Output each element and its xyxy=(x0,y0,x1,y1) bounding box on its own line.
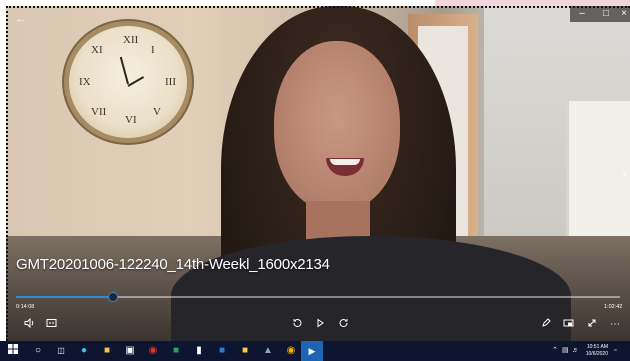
search-icon: ○ xyxy=(34,345,42,356)
taskbar-edge[interactable]: ● xyxy=(77,344,91,358)
fullscreen-button[interactable] xyxy=(584,318,600,332)
taskbar-notepad[interactable]: ▮ xyxy=(192,344,206,358)
video-frame: XII III VI IX I XI V VII xyxy=(6,6,630,341)
seek-bar[interactable] xyxy=(16,292,620,302)
taskbar-file-explorer[interactable]: ■ xyxy=(100,344,114,358)
volume-icon xyxy=(24,317,33,329)
edit-button[interactable] xyxy=(538,318,554,332)
network-icon[interactable]: ▤ xyxy=(562,346,569,356)
task-view-button[interactable]: ◫ xyxy=(54,344,68,358)
notification-icon[interactable]: ▫ xyxy=(614,346,616,356)
fullscreen-icon xyxy=(588,319,596,327)
taskbar-clock[interactable]: 10:51 AM 10/6/2020 xyxy=(578,344,608,358)
skip-back-button[interactable] xyxy=(288,318,306,332)
search-button[interactable]: ○ xyxy=(31,344,45,358)
notepad-icon: ▮ xyxy=(196,345,202,356)
maximize-button[interactable]: □ xyxy=(594,6,618,22)
wall-clock: XII III VI IX I XI V VII xyxy=(69,26,187,138)
clock-date: 10/6/2020 xyxy=(585,351,608,357)
selection-border-top xyxy=(6,6,630,8)
selection-border-left xyxy=(6,6,8,341)
taskbar-opera[interactable]: ◉ xyxy=(146,344,160,358)
skip-forward-30-icon xyxy=(339,319,348,328)
folder-icon: ■ xyxy=(103,345,111,356)
taskbar-sticky-notes[interactable]: ■ xyxy=(238,344,252,358)
start-button[interactable] xyxy=(6,344,20,358)
task-view-icon: ◫ xyxy=(57,346,65,355)
store-icon: ▣ xyxy=(125,345,135,356)
word-icon: ■ xyxy=(218,345,226,356)
seek-bar-thumb[interactable] xyxy=(107,292,118,302)
person-face xyxy=(274,41,400,211)
mini-view-button[interactable] xyxy=(560,318,576,332)
total-time: 1:02:42 xyxy=(604,304,623,310)
app-icon: ▲ xyxy=(263,345,273,356)
opera-icon: ◉ xyxy=(148,345,158,356)
excel-icon: ■ xyxy=(172,345,180,356)
pen-icon xyxy=(542,318,551,327)
movies-tv-icon: ▶ xyxy=(308,346,316,356)
taskbar-app[interactable]: ▲ xyxy=(261,344,275,358)
taskbar-word[interactable]: ■ xyxy=(215,344,229,358)
mini-view-icon xyxy=(563,319,573,327)
minimize-button[interactable]: – xyxy=(570,6,594,22)
maximize-icon: □ xyxy=(602,8,610,19)
seek-bar-fill xyxy=(16,296,113,298)
skip-forward-button[interactable] xyxy=(334,318,352,332)
video-title: GMT20201006-122240_14th-Weekl_1600x2134 xyxy=(16,256,330,273)
close-button[interactable]: × xyxy=(618,6,630,22)
close-icon: × xyxy=(621,8,627,19)
taskbar-movies-tv-active[interactable]: ▶ xyxy=(301,341,323,361)
back-button[interactable]: ← xyxy=(12,12,30,27)
windows-logo-icon xyxy=(8,344,18,354)
play-icon xyxy=(317,318,324,328)
minimize-icon: – xyxy=(579,8,585,19)
skip-back-10-icon xyxy=(292,319,301,328)
taskbar-chrome[interactable]: ◉ xyxy=(284,344,298,358)
volume-button[interactable] xyxy=(20,317,38,332)
edge-browser-icon: ● xyxy=(80,345,88,356)
play-button[interactable] xyxy=(311,318,329,332)
taskbar-store[interactable]: ▣ xyxy=(123,344,137,358)
more-button[interactable]: ⋯ xyxy=(607,318,623,332)
more-icon: ⋯ xyxy=(610,319,620,330)
captions-button[interactable] xyxy=(42,318,60,332)
next-chevron-icon[interactable]: › xyxy=(622,166,626,181)
back-arrow-icon: ← xyxy=(15,13,27,25)
taskbar-excel[interactable]: ■ xyxy=(169,344,183,358)
video-player[interactable]: XII III VI IX I XI V VII ← – □ × › GMT20… xyxy=(6,6,630,341)
captions-icon xyxy=(46,319,56,327)
current-time: 0:14:08 xyxy=(16,304,35,310)
chrome-icon: ◉ xyxy=(286,345,296,356)
windows-taskbar: ○ ◫ ● ■ ▣ ◉ ■ ▮ ■ ■ ▲ ◉ ▶ ⌃ ▤ ♬ 10:51 AM… xyxy=(0,341,630,361)
sticky-notes-icon: ■ xyxy=(241,345,249,356)
person-teeth xyxy=(330,159,360,165)
tray-overflow-icon[interactable]: ⌃ xyxy=(552,346,558,356)
clock-time: 10:51 AM xyxy=(586,344,608,350)
